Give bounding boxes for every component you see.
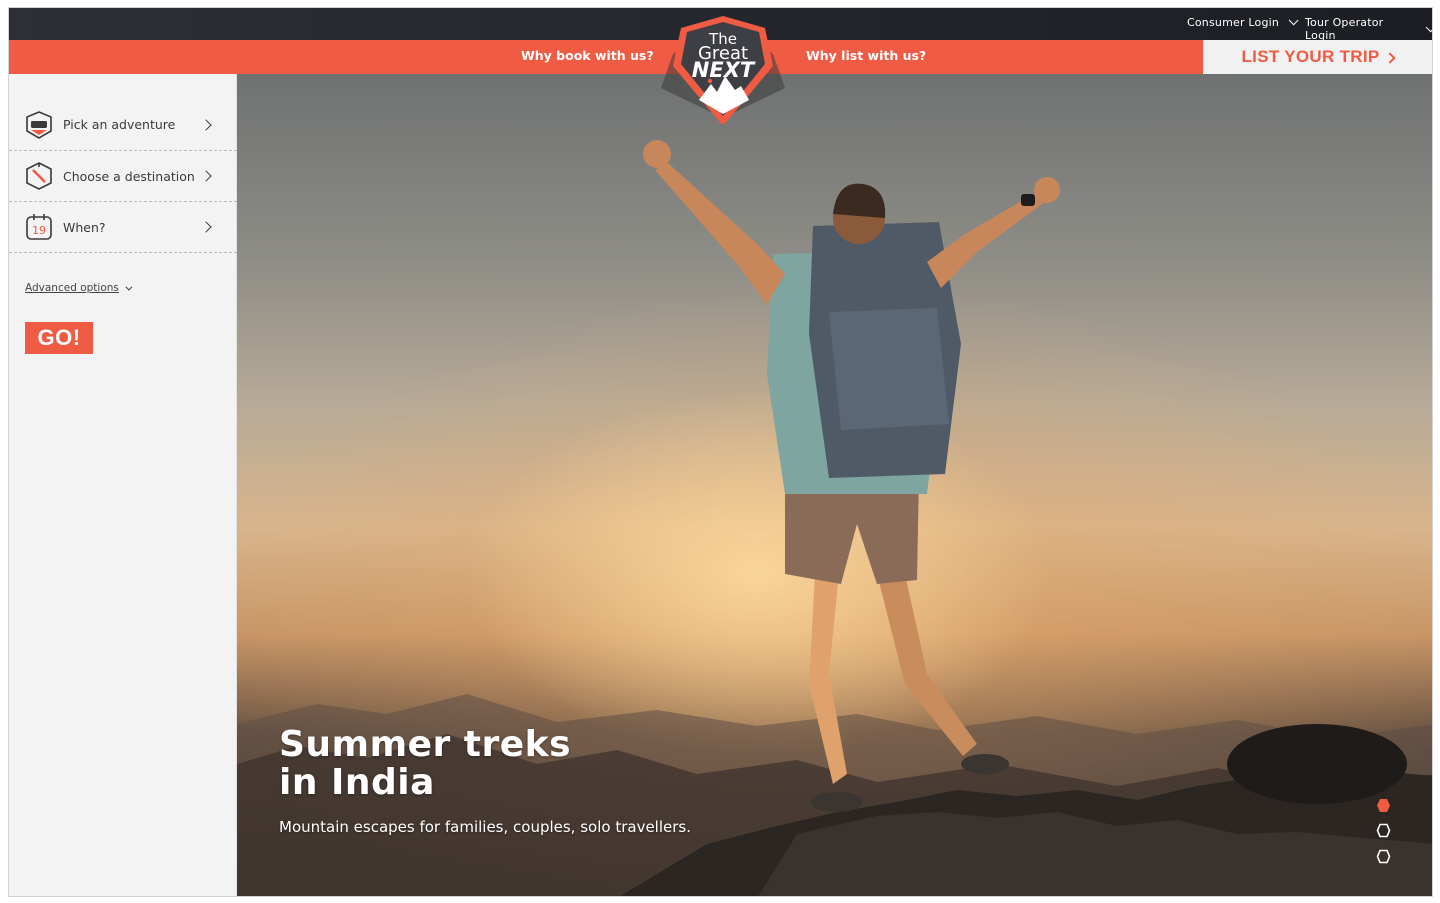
chevron-right-icon [1383,51,1396,64]
logo[interactable]: The Great NEXT [655,14,791,126]
logo-line-next: NEXT [655,60,791,81]
search-sidebar: Pick an adventure Choose a destination 1… [9,74,237,896]
choose-destination-option[interactable]: Choose a destination [9,151,237,202]
slide-pagination [1376,798,1392,868]
nav-why-list[interactable]: Why list with us? [806,48,926,63]
chevron-down-icon [125,283,133,291]
tour-operator-login-label: Tour Operator Login [1305,16,1384,42]
chevron-down-icon [1288,15,1299,26]
hero-title-line-1: Summer treks [279,724,572,765]
calendar-icon: 19 [26,214,52,240]
consumer-login-label: Consumer Login [1187,16,1280,29]
when-option[interactable]: 19 When? [9,202,237,253]
pick-adventure-label: Pick an adventure [63,117,176,132]
consumer-login-dropdown[interactable]: Consumer Login [1187,15,1299,29]
nav-why-book[interactable]: Why book with us? [521,48,654,63]
slide-dot-active[interactable] [1376,798,1391,813]
chevron-right-icon [200,221,212,233]
pick-adventure-option[interactable]: Pick an adventure [9,99,237,151]
hero-banner: Summer treks in India Mountain escapes f… [237,74,1432,896]
chevron-down-icon [1425,21,1432,32]
hero-title-line-2: in India [279,762,435,803]
hero-title: Summer treks in India [279,726,571,802]
when-label: When? [63,219,106,235]
hero-subtitle: Mountain escapes for families, couples, … [279,818,691,836]
compass-icon [26,162,52,190]
advanced-options-label: Advanced options [25,282,119,294]
page-frame: Consumer Login Tour Operator Login Why b… [8,7,1433,897]
list-your-trip-button[interactable]: LIST YOUR TRIP [1203,40,1432,74]
slide-dot[interactable] [1376,823,1391,838]
slide-dot[interactable] [1376,849,1391,864]
logo-line-next-text: NEXT [691,58,755,82]
mask-icon [26,110,52,139]
choose-destination-label: Choose a destination [63,168,195,184]
chevron-right-icon [200,118,212,131]
calendar-day-text: 19 [32,224,46,237]
advanced-options-link[interactable]: Advanced options [25,282,133,294]
chevron-right-icon [200,170,212,182]
list-your-trip-label: LIST YOUR TRIP [1241,47,1380,66]
go-button[interactable]: GO! [25,322,93,354]
tour-operator-login-dropdown[interactable]: Tour Operator Login [1305,16,1432,42]
